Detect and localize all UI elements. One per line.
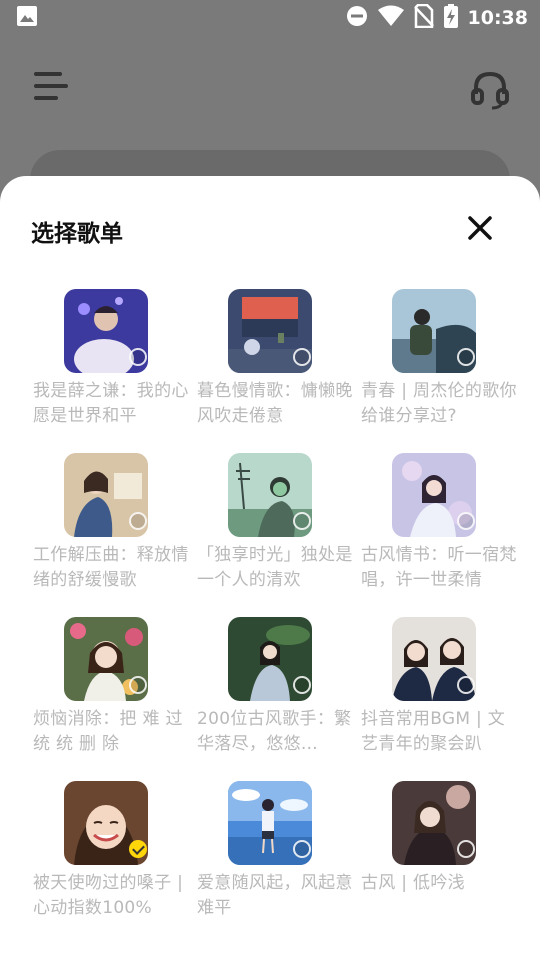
playlist-title: 暮色慢情歌：慵懒晚风吹走倦意 <box>197 381 353 426</box>
sheet-title: 选择歌单 <box>31 221 123 247</box>
playlist-card[interactable]: 抖音常用BGM | 文艺青年的聚会趴 <box>353 617 517 761</box>
playlist-title: 工作解压曲：释放情绪的舒缓慢歌 <box>33 545 189 590</box>
select-radio[interactable] <box>457 348 475 366</box>
playlist-card[interactable]: 烦恼消除：把 难 过 统 统 删 除 <box>25 617 189 761</box>
select-playlist-sheet: 选择歌单 我是薛之谦：我的心愿是世界和平 暮色慢情歌：慵懒晚风吹走倦意 青春 |… <box>0 176 540 960</box>
playlist-title: 我是薛之谦：我的心愿是世界和平 <box>33 381 189 426</box>
no-sim-icon <box>413 3 434 32</box>
select-radio[interactable] <box>129 348 147 366</box>
playlist-title: 古风情书：听一宿梵唱，许一世柔情 <box>361 545 517 590</box>
playlist-card[interactable]: 「独享时光」独处是一个人的清欢 <box>189 453 353 597</box>
select-radio[interactable] <box>457 676 475 694</box>
wifi-icon <box>377 5 404 31</box>
playlist-card[interactable]: 我是薛之谦：我的心愿是世界和平 <box>25 289 189 433</box>
status-bar: 10:38 <box>0 0 540 36</box>
battery-charging-icon <box>443 4 458 32</box>
playlist-card[interactable]: 暮色慢情歌：慵懒晚风吹走倦意 <box>189 289 353 433</box>
clock: 10:38 <box>467 7 528 29</box>
select-radio[interactable] <box>457 512 475 530</box>
playlist-card[interactable]: 古风情书：听一宿梵唱，许一世柔情 <box>353 453 517 597</box>
select-radio-checked[interactable] <box>129 840 147 858</box>
playlist-card[interactable]: 古风 | 低吟浅 <box>353 781 517 925</box>
select-radio[interactable] <box>293 512 311 530</box>
headset-icon[interactable] <box>470 70 510 110</box>
playlist-card[interactable]: 工作解压曲：释放情绪的舒缓慢歌 <box>25 453 189 597</box>
playlist-card[interactable]: 200位古风歌手：繁华落尽，悠悠… <box>189 617 353 761</box>
select-radio[interactable] <box>457 840 475 858</box>
select-radio[interactable] <box>129 676 147 694</box>
image-icon <box>16 5 38 31</box>
playlist-title: 烦恼消除：把 难 过 统 统 删 除 <box>33 709 183 754</box>
status-icons: 10:38 <box>346 3 528 32</box>
playlist-title: 200位古风歌手：繁华落尽，悠悠… <box>197 709 352 754</box>
playlist-title: 青春 | 周杰伦的歌你给谁分享过? <box>361 381 517 426</box>
playlist-card[interactable]: 被天使吻过的嗓子 | 心动指数100% <box>25 781 189 925</box>
playlist-title: 「独享时光」独处是一个人的清欢 <box>197 545 353 590</box>
playlist-title: 被天使吻过的嗓子 | 心动指数100% <box>33 873 184 918</box>
close-icon[interactable] <box>464 212 496 244</box>
select-radio[interactable] <box>293 676 311 694</box>
select-radio[interactable] <box>129 512 147 530</box>
dnd-icon <box>346 5 368 31</box>
playlist-card[interactable]: 青春 | 周杰伦的歌你给谁分享过? <box>353 289 517 433</box>
playlist-grid: 我是薛之谦：我的心愿是世界和平 暮色慢情歌：慵懒晚风吹走倦意 青春 | 周杰伦的… <box>0 289 540 925</box>
playlist-card[interactable]: 爱意随风起，风起意难平 <box>189 781 353 925</box>
app-bar <box>0 36 540 146</box>
menu-icon[interactable] <box>34 72 68 102</box>
playlist-title: 爱意随风起，风起意难平 <box>197 873 353 918</box>
select-radio[interactable] <box>293 348 311 366</box>
playlist-title: 抖音常用BGM | 文艺青年的聚会趴 <box>361 709 506 754</box>
playlist-title: 古风 | 低吟浅 <box>361 873 465 893</box>
select-radio[interactable] <box>293 840 311 858</box>
